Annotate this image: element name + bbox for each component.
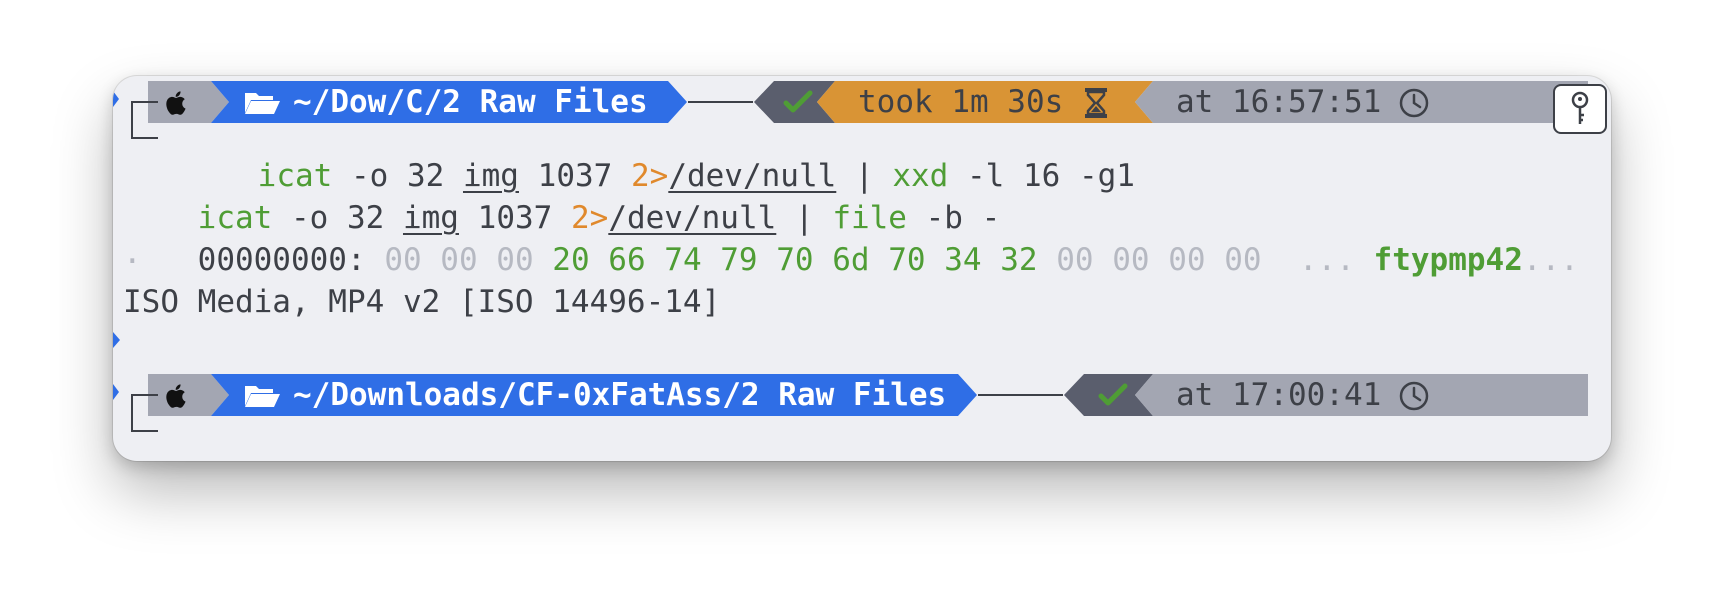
prompt-time: at 17:00:41 bbox=[1176, 377, 1382, 413]
hex-bytes-null: 00 00 00 bbox=[384, 242, 534, 278]
hex-ascii-printable: ftypmp42 bbox=[1373, 242, 1523, 278]
apple-icon bbox=[166, 91, 186, 115]
clock-icon bbox=[1399, 88, 1429, 118]
prompt-line-2: ~/Downloads/CF-0xFatAss/2 Raw Files at 1… bbox=[113, 374, 1611, 416]
hourglass-icon bbox=[1085, 88, 1107, 118]
hex-wrap: . bbox=[123, 235, 142, 271]
command-line: icat -o 32 img 1037 2>/dev/null | xxd -l… bbox=[183, 116, 1135, 194]
hex-bytes-null: 00 00 00 00 bbox=[1056, 242, 1262, 278]
apple-icon bbox=[166, 384, 186, 408]
terminal-window: ~/Dow/C/2 Raw Files took 1m 30s at 16:57… bbox=[113, 76, 1611, 461]
clock-icon bbox=[1399, 381, 1429, 411]
key-button[interactable] bbox=[1553, 84, 1607, 134]
prompt-bracket-1 bbox=[131, 101, 158, 139]
echo-line: icat -o 32 img 1037 2>/dev/null | file -… bbox=[123, 158, 1001, 236]
hex-ascii-null: ... bbox=[1298, 242, 1355, 278]
file-output: ISO Media, MP4 v2 [ISO 14496-14] bbox=[123, 284, 721, 320]
hex-ascii-null: ... bbox=[1522, 242, 1579, 278]
check-icon bbox=[1098, 383, 1128, 406]
check-icon bbox=[783, 90, 813, 113]
prompt-marker bbox=[113, 332, 120, 348]
prompt-time: at 16:57:51 bbox=[1176, 84, 1382, 120]
prompt-bracket-2 bbox=[131, 394, 158, 432]
key-icon bbox=[1571, 91, 1589, 124]
folder-open-icon bbox=[245, 386, 280, 407]
hex-bytes-printable: 20 66 74 79 70 6d 70 34 32 bbox=[552, 242, 1038, 278]
hex-offset: 00000000: bbox=[197, 242, 366, 278]
folder-open-icon bbox=[245, 93, 280, 114]
hexdump-line: 00000000: 00 00 00 20 66 74 79 70 6d 70 … bbox=[123, 200, 1579, 278]
prompt-path: ~/Downloads/CF-0xFatAss/2 Raw Files bbox=[293, 377, 947, 413]
